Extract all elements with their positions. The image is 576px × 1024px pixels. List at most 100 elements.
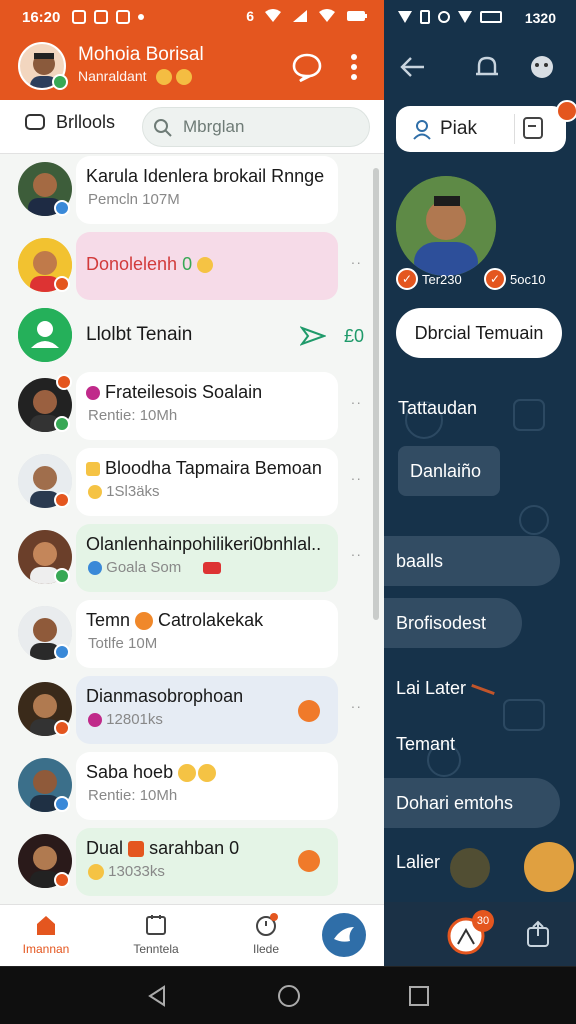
chat-row[interactable]: Llolbt Tenain £0	[0, 300, 380, 376]
search-input[interactable]: Mbrglan	[142, 107, 370, 147]
new-chat-icon[interactable]	[290, 50, 324, 84]
chat-meta: Rentie: 10Mh	[88, 407, 178, 424]
nav-home[interactable]: Imannan	[6, 913, 86, 956]
header-subtitle: Nanraldant	[78, 68, 193, 86]
menu-item[interactable]: Tattaudan	[398, 398, 477, 419]
chat-list-pane: 16:20 6 Mohoia Borisal Nanraldant Brlloo…	[0, 0, 384, 966]
chat-row[interactable]: Dianmasobrophoan 12801ks ··	[0, 674, 380, 750]
edit-card-icon[interactable]	[522, 116, 544, 140]
profile-bottom-bar: 30	[384, 902, 576, 966]
globe-icon	[88, 561, 102, 576]
status-time: 16:20	[22, 8, 61, 26]
search-placeholder: Mbrglan	[183, 117, 245, 136]
chat-meta: 1Sl3äks	[88, 483, 160, 500]
official-button[interactable]: Dbrcial Temuain	[396, 308, 562, 358]
tag-left: ✓ Ter230	[396, 268, 462, 290]
tag-right-label: 5oc10	[510, 271, 546, 287]
recents-icon[interactable]	[406, 983, 432, 1009]
emoji-icon	[450, 848, 490, 888]
chat-name: Frateilesois Soalain	[86, 382, 336, 403]
bottom-nav: Imannan Tenntela Ilede	[0, 904, 384, 966]
chat-icon	[25, 113, 45, 130]
share-icon[interactable]	[524, 920, 552, 948]
more-icon[interactable]: ··	[351, 546, 362, 562]
chat-row[interactable]: Karula Idenlera brokail Rnnge Pemcln 107…	[0, 154, 380, 230]
chat-trail-text: £0	[344, 326, 365, 346]
gift-icon	[128, 841, 145, 858]
more-icon[interactable]: ··	[351, 394, 362, 410]
menu-chip[interactable]: Brofisodest	[384, 598, 522, 648]
status-badge-icon	[54, 720, 70, 736]
notification-count-badge: 30	[472, 910, 494, 932]
chat-row[interactable]: Dual sarahban 0 13033ks	[0, 826, 380, 902]
nav-home-label: Imannan	[22, 942, 70, 956]
menu-chip[interactable]: Dohari emtohs	[384, 778, 560, 828]
filter-tab[interactable]: Brllools	[24, 112, 115, 133]
contact-icon	[18, 308, 72, 362]
settings-icon	[438, 11, 450, 23]
gallery-notification-icon	[116, 10, 131, 24]
header-title: Mohoia Borisal	[78, 44, 204, 65]
chat-meta: 13033ks	[88, 863, 165, 881]
battery-icon	[480, 11, 502, 23]
back-icon[interactable]	[144, 983, 170, 1009]
status-badge-icon	[54, 276, 70, 292]
battery-icon	[347, 11, 367, 21]
emoji-icon	[298, 700, 320, 722]
status-time-right: 1320	[524, 10, 556, 26]
nav-contacts-label: Tenntela	[133, 942, 179, 956]
clock-icon	[256, 913, 278, 936]
tag-left-label: Ter230	[422, 271, 462, 287]
scrollbar[interactable]	[373, 168, 379, 620]
avatar-small	[524, 842, 574, 892]
phone-screen: 16:20 6 Mohoia Borisal Nanraldant Brlloo…	[0, 0, 576, 1024]
chat-meta: Totlfe 10M	[88, 635, 158, 652]
chat-name: Bloodha Tapmaira Bemoan	[86, 458, 336, 479]
pencil-icon	[471, 683, 495, 695]
back-arrow-icon[interactable]	[398, 52, 428, 82]
send-icon[interactable]	[300, 326, 326, 346]
chat-name: Donolelenh 0	[86, 254, 336, 275]
chat-row[interactable]: Saba hoeb Rentie: 10Mh	[0, 750, 380, 826]
more-icon[interactable]: ··	[351, 470, 362, 486]
nav-status-label: Ilede	[252, 942, 280, 956]
more-icon[interactable]: ··	[351, 698, 362, 714]
menu-item[interactable]: Temant	[396, 734, 455, 755]
chat-meta: Pemcln 107M	[88, 191, 180, 208]
status-badge-icon	[54, 416, 70, 432]
emoji-icon	[86, 386, 100, 401]
menu-item[interactable]: Lalier	[396, 852, 440, 873]
emoji-icon	[135, 612, 154, 631]
menu-item[interactable]: Lai Later	[396, 678, 495, 699]
nav-contacts[interactable]: Tenntela	[116, 913, 196, 956]
profile-pill-label: Piak	[440, 118, 477, 139]
tag-right: ✓ 5oc10	[484, 268, 545, 290]
chat-row[interactable]: Bloodha Tapmaira Bemoan 1Sl3äks ··	[0, 446, 380, 522]
chat-row[interactable]: Olanlenhainpohilikeri0bnhlal.. Goala Som…	[0, 522, 380, 598]
notification-badge-icon	[56, 374, 72, 390]
bell-icon[interactable]	[472, 52, 502, 82]
more-icon[interactable]: ··	[351, 254, 362, 270]
profile-pill[interactable]: Piak	[396, 100, 576, 152]
calendar-icon	[146, 915, 166, 935]
profile-photo[interactable]	[396, 176, 496, 276]
nav-status[interactable]: Ilede	[226, 913, 306, 956]
menu-chip[interactable]: baalls	[384, 536, 560, 586]
menu-chip[interactable]: Danlaiño	[398, 446, 500, 496]
more-vert-icon[interactable]	[344, 50, 364, 84]
emoji-icon-2	[176, 69, 193, 86]
chat-row[interactable]: Donolelenh 0 ··	[0, 230, 380, 306]
compose-fab[interactable]	[322, 913, 366, 957]
status-badge-icon	[54, 568, 70, 584]
chat-row[interactable]: Temn Catrolakekak Totlfe 10M	[0, 598, 380, 674]
status-bar-right: 1320	[384, 0, 576, 34]
sticker-icon[interactable]	[524, 52, 560, 82]
check-badge-icon: ✓	[396, 268, 418, 290]
emoji-icon-2	[198, 764, 217, 783]
emoji-icon	[156, 69, 173, 86]
alarm-icon: 6	[246, 8, 254, 24]
status-badge-icon	[54, 492, 70, 508]
home-circle-icon[interactable]	[276, 983, 302, 1009]
profile-toolbar	[384, 48, 576, 88]
chat-row[interactable]: Frateilesois Soalain Rentie: 10Mh ··	[0, 370, 380, 446]
